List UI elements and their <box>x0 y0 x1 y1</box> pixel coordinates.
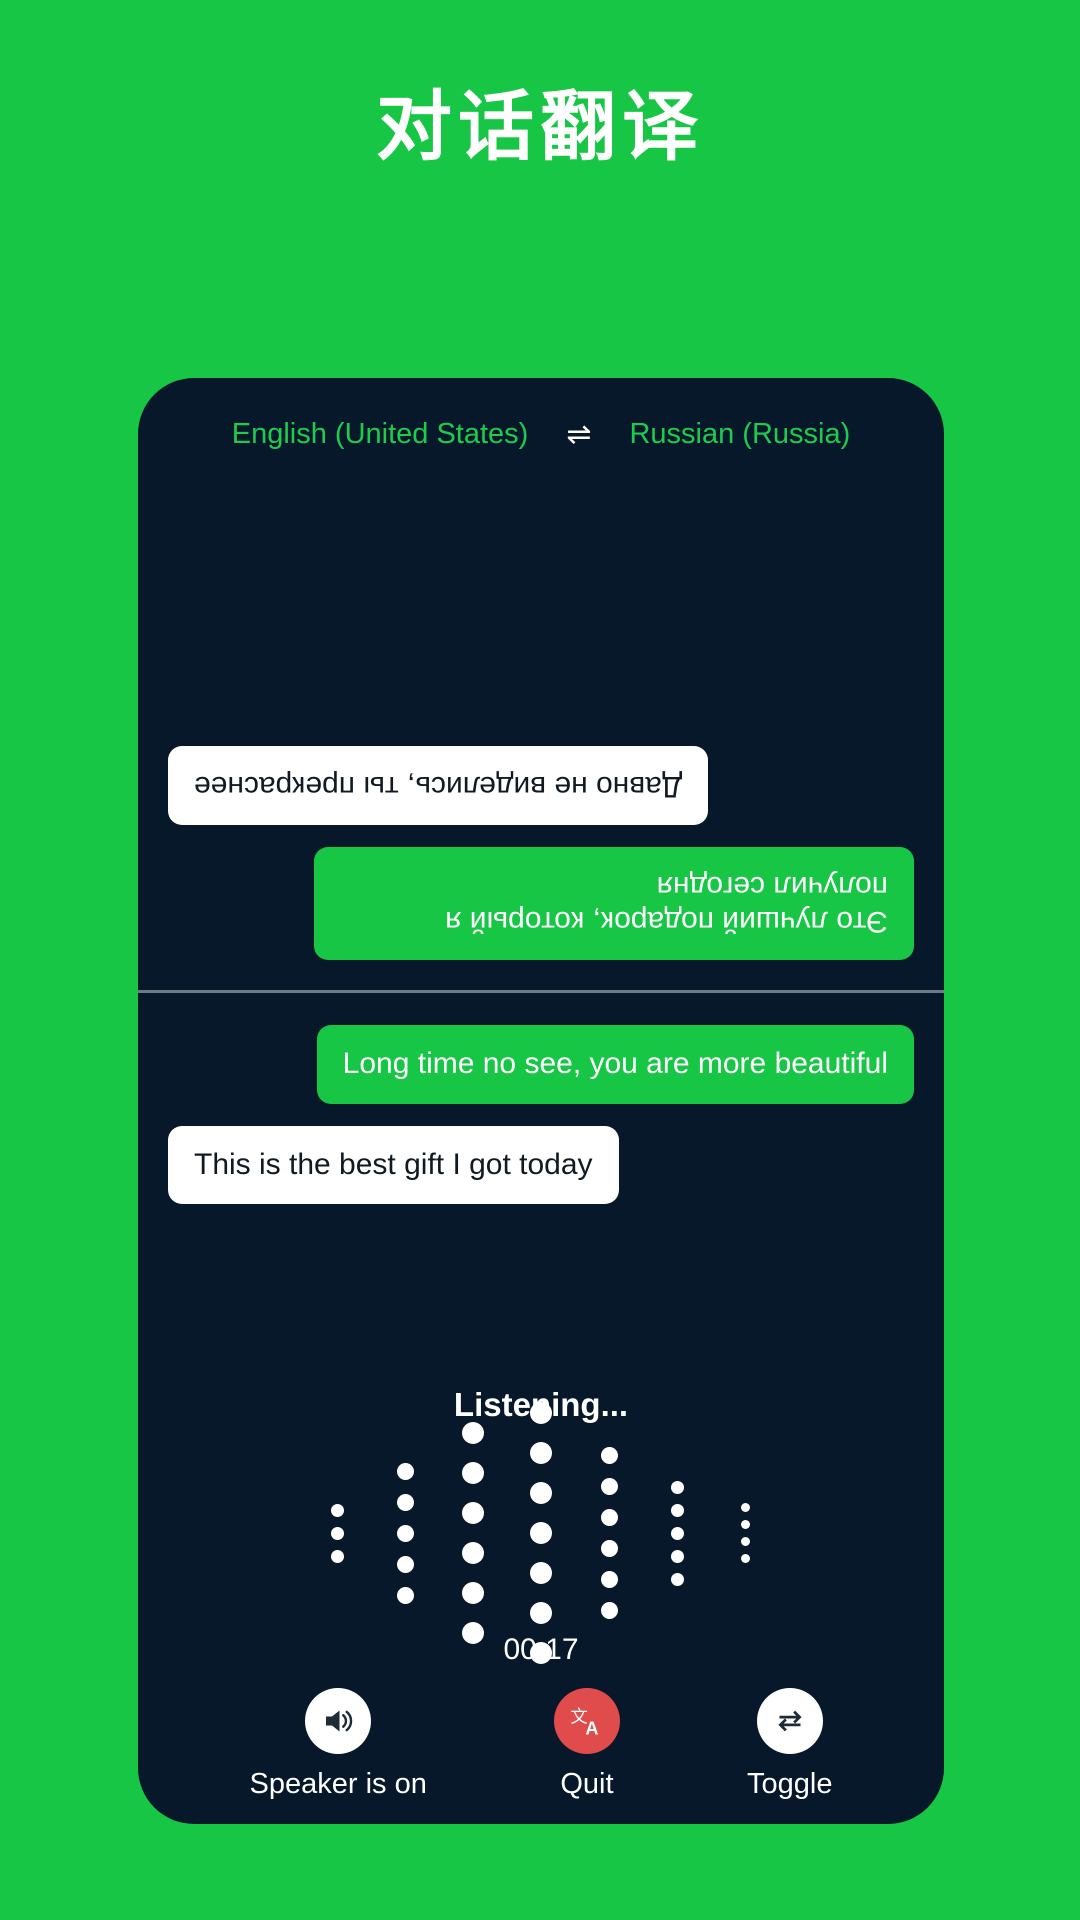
waveform-dot <box>330 1503 344 1517</box>
waveform-dot <box>396 1555 414 1573</box>
waveform-column <box>439 1413 507 1653</box>
waveform-dot <box>670 1549 684 1563</box>
waveform-dot <box>396 1493 414 1511</box>
message-bubble: This is the best gift I got today <box>168 1125 619 1204</box>
waveform-column <box>303 1499 371 1568</box>
toggle-button-label: Toggle <box>746 1768 833 1800</box>
waveform-dot <box>740 1554 750 1563</box>
waveform-dot <box>670 1572 684 1586</box>
page-title: 对话翻译 <box>376 85 704 170</box>
waveform-dot <box>600 1540 618 1557</box>
waveform-dot <box>740 1503 750 1512</box>
waveform-dot <box>462 1542 484 1564</box>
translate-icon: 文 A <box>568 1702 606 1740</box>
speaker-button-label: Speaker is on <box>249 1768 427 1800</box>
waveform-dot <box>462 1502 484 1524</box>
waveform-dot <box>600 1602 618 1619</box>
waveform-dot <box>600 1571 618 1588</box>
phone-card: English (United States) ⇌ Russian (Russi… <box>138 378 944 1824</box>
swap-arrows-icon <box>772 1703 808 1739</box>
waveform-column <box>711 1499 779 1567</box>
waveform-dot <box>330 1526 344 1540</box>
waveform-dot <box>530 1602 552 1624</box>
waveform-column <box>643 1476 711 1591</box>
target-language-label[interactable]: Russian (Russia) <box>629 418 850 451</box>
quit-button-label: Quit <box>560 1768 614 1800</box>
speaker-button[interactable]: Speaker is on <box>250 1688 427 1801</box>
message-bubble: Давно не виделись, ты прекраснее <box>168 746 709 825</box>
waveform-dot <box>396 1586 414 1604</box>
svg-text:A: A <box>585 1718 598 1738</box>
waveform-column <box>507 1393 575 1673</box>
waveform-dot <box>462 1582 484 1604</box>
waveform-dot <box>740 1537 750 1546</box>
language-selector: English (United States) ⇌ Russian (Russi… <box>138 418 944 451</box>
toggle-button[interactable]: Toggle <box>747 1688 832 1801</box>
waveform-dot <box>530 1562 552 1584</box>
message-bubble: Long time no see, you are more beautiful <box>316 1025 914 1104</box>
waveform-column <box>575 1440 643 1626</box>
waveform-dot <box>740 1520 750 1529</box>
waveform-dot <box>396 1524 414 1542</box>
message-bubble: Это лучший подарок, который я получил се… <box>314 847 914 960</box>
waveform-dot <box>670 1526 684 1540</box>
waveform-dot <box>530 1522 552 1544</box>
local-bubble-list: Long time no see, you are more beautiful… <box>138 993 944 1363</box>
local-conversation-pane: Long time no see, you are more beautiful… <box>138 993 944 1363</box>
waveform-dot <box>330 1549 344 1563</box>
remote-conversation-pane: Это лучший подарок, который я получил се… <box>138 478 944 990</box>
waveform-dot <box>600 1478 618 1495</box>
remote-bubble-list: Это лучший подарок, который я получил се… <box>138 478 944 990</box>
recording-timer: 00:17 <box>503 1633 579 1666</box>
waveform-dot <box>396 1462 414 1480</box>
audio-waveform <box>138 1402 944 1664</box>
message-row: This is the best gift I got today <box>168 1125 914 1204</box>
speaker-icon <box>320 1703 356 1739</box>
waveform-dot <box>530 1402 552 1424</box>
speaker-button-circle[interactable] <box>305 1688 372 1754</box>
toggle-button-circle[interactable] <box>756 1688 823 1754</box>
waveform-dot <box>670 1480 684 1494</box>
swap-languages-icon[interactable]: ⇌ <box>528 419 629 450</box>
quit-button[interactable]: 文 A Quit <box>553 1688 620 1801</box>
message-row: Это лучший подарок, который я получил се… <box>168 847 914 960</box>
message-row: Long time no see, you are more beautiful <box>168 1025 914 1104</box>
waveform-dot <box>530 1442 552 1464</box>
app-root: 对话翻译 English (United States) ⇌ Russian (… <box>0 0 1080 1920</box>
message-row: Давно не виделись, ты прекраснее <box>168 746 914 825</box>
quit-button-circle[interactable]: 文 A <box>553 1688 620 1754</box>
source-language-label[interactable]: English (United States) <box>232 418 529 451</box>
waveform-dot <box>600 1509 618 1526</box>
control-bar: Speaker is on 文 A Quit Toggle <box>138 1688 944 1801</box>
waveform-dot <box>530 1482 552 1504</box>
waveform-dot <box>600 1447 618 1464</box>
waveform-dot <box>462 1422 484 1444</box>
waveform-column <box>371 1456 439 1611</box>
waveform-dot <box>462 1462 484 1484</box>
waveform-dot <box>670 1503 684 1517</box>
